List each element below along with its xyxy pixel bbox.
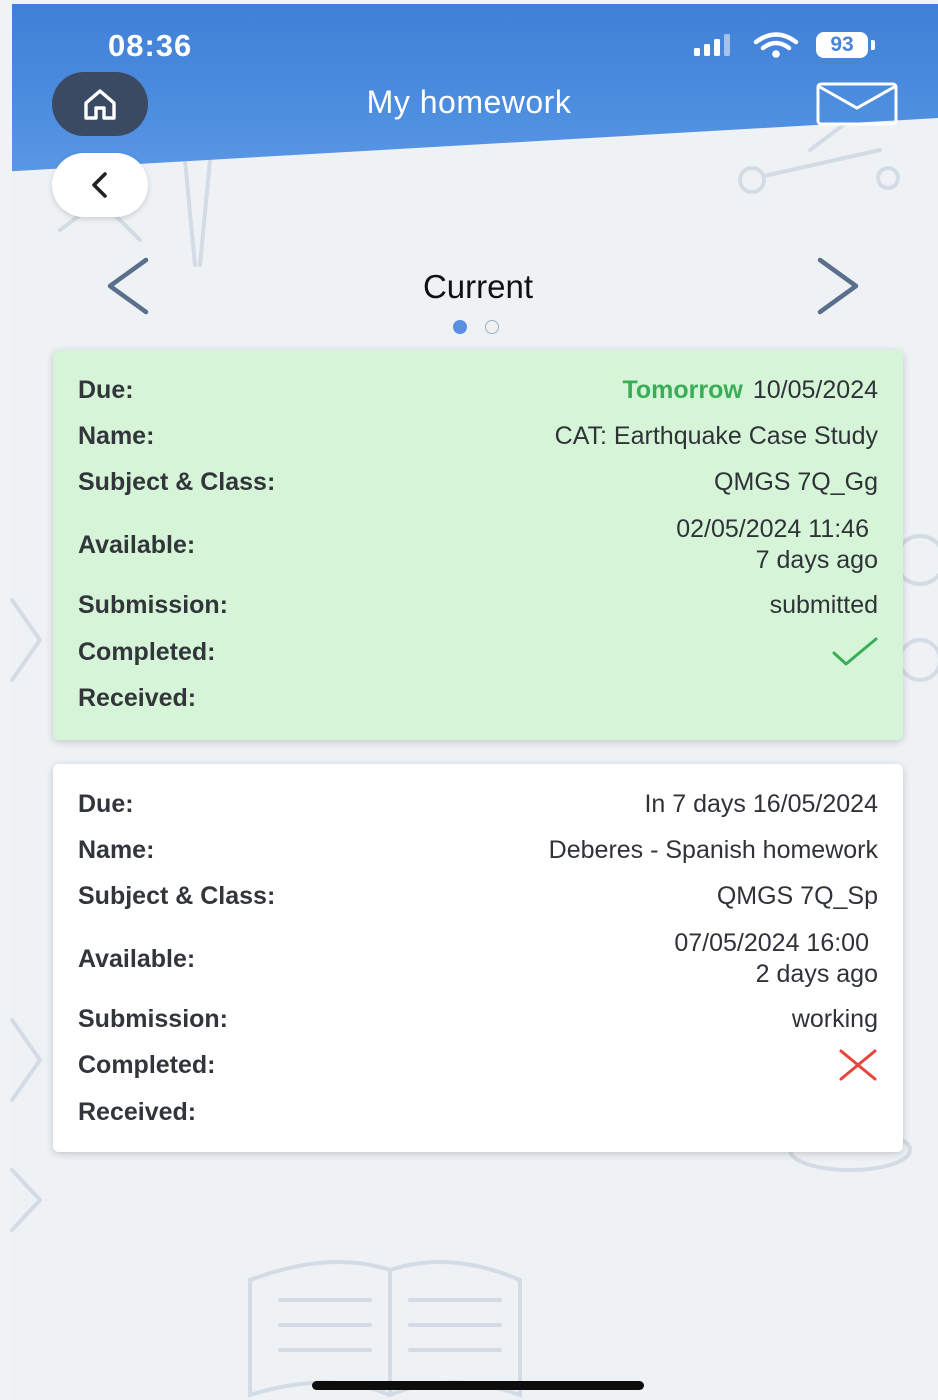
submission-label: Submission: (78, 1005, 229, 1033)
name-label: Name: (78, 422, 155, 450)
name-row: Name: Deberes - Spanish homework (78, 836, 878, 865)
submission-label: Submission: (78, 591, 229, 619)
submission-row: Submission: submitted (78, 591, 878, 620)
page-title: My homework (366, 84, 572, 120)
available-row: Available: 02/05/2024 11:46 7 days ago (78, 514, 878, 576)
subject-label: Subject & Class: (78, 468, 276, 496)
homework-card-2[interactable]: Due: In 7 days 16/05/2024 Name: Deberes … (53, 764, 903, 1152)
completed-row: Completed: (78, 1049, 878, 1081)
due-label: Due: (78, 376, 134, 404)
chevron-left-icon (92, 172, 107, 198)
cross-icon (839, 1049, 877, 1081)
next-page-arrow-icon[interactable] (810, 256, 866, 316)
available-relative: 2 days ago (755, 960, 878, 988)
subject-row: Subject & Class: QMGS 7Q_Sp (78, 882, 878, 911)
status-time: 08:36 (108, 28, 193, 63)
submission-value: working (791, 1005, 878, 1033)
available-relative: 7 days ago (755, 546, 878, 574)
received-row: Received: (78, 1098, 878, 1127)
available-row: Available: 07/05/2024 16:00 2 days ago (78, 928, 878, 990)
battery-tip (871, 40, 875, 50)
home-indicator[interactable] (312, 1381, 644, 1390)
due-row: Due: In 7 days 16/05/2024 (78, 790, 878, 819)
completed-label: Completed: (78, 1050, 216, 1079)
submission-row: Submission: working (78, 1005, 878, 1034)
submission-value: submitted (769, 591, 878, 619)
back-button[interactable] (52, 153, 148, 217)
completed-label: Completed: (78, 637, 216, 666)
available-datetime: 07/05/2024 16:00 (674, 929, 869, 957)
battery-indicator: 93 (816, 32, 868, 58)
received-label: Received: (78, 684, 197, 712)
name-label: Name: (78, 836, 155, 864)
available-label: Available: (78, 530, 196, 559)
subject-label: Subject & Class: (78, 882, 276, 910)
page-indicator[interactable] (450, 320, 510, 336)
signal-wifi-icons (694, 32, 799, 58)
available-label: Available: (78, 944, 196, 973)
due-value: In 7 days 16/05/2024 (644, 790, 878, 818)
name-value: Deberes - Spanish homework (548, 836, 878, 864)
due-date: 10/05/2024 (752, 376, 878, 404)
available-value: 02/05/2024 11:46 7 days ago (676, 514, 878, 576)
name-value: CAT: Earthquake Case Study (554, 422, 878, 450)
page-dot-active[interactable] (453, 320, 467, 334)
page-dot-inactive[interactable] (485, 320, 499, 334)
mail-icon[interactable] (816, 82, 898, 126)
due-value: Tomorrow 10/05/2024 (623, 376, 879, 405)
due-label: Due: (78, 790, 134, 818)
subject-value: QMGS 7Q_Sp (716, 882, 878, 910)
due-row: Due: Tomorrow 10/05/2024 (78, 376, 878, 405)
subject-row: Subject & Class: QMGS 7Q_Gg (78, 468, 878, 497)
homework-card-1[interactable]: Due: Tomorrow 10/05/2024 Name: CAT: Earth… (53, 350, 903, 740)
check-icon (832, 637, 878, 666)
section-title: Current (422, 268, 534, 305)
completed-row: Completed: (78, 637, 878, 667)
available-datetime: 02/05/2024 11:46 (676, 515, 869, 543)
received-label: Received: (78, 1098, 197, 1126)
name-row: Name: CAT: Earthquake Case Study (78, 422, 878, 451)
received-row: Received: (78, 684, 878, 713)
available-value: 07/05/2024 16:00 2 days ago (674, 928, 878, 990)
due-relative: Tomorrow (622, 376, 743, 404)
subject-value: QMGS 7Q_Gg (714, 468, 878, 496)
status-icons: 93 (690, 30, 890, 64)
